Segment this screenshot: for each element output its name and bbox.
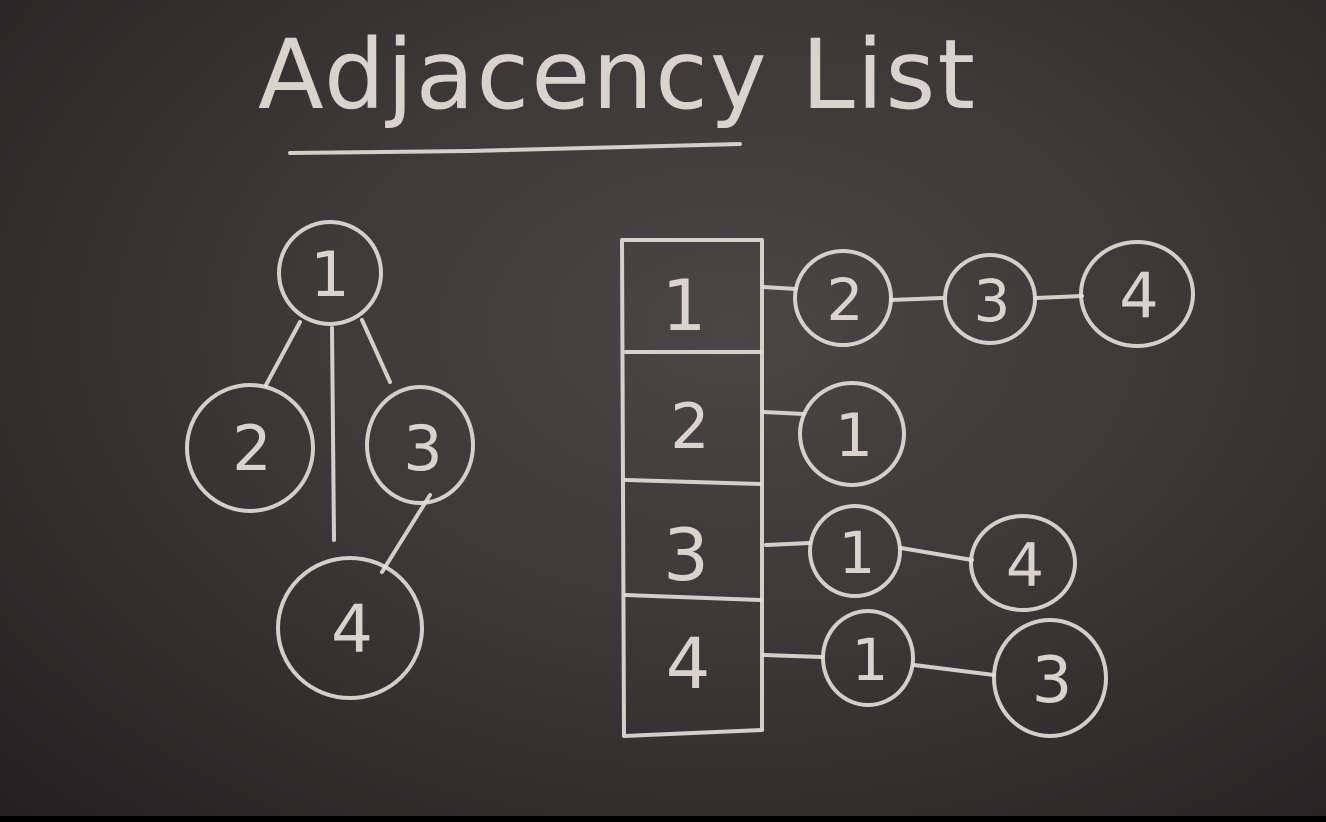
list-row-3: 1 4 xyxy=(764,504,1077,612)
edge-1-2 xyxy=(264,320,302,387)
graph-node-1: 1 xyxy=(277,220,383,326)
node-label: 3 xyxy=(403,412,442,485)
link xyxy=(762,410,806,416)
list-node-label: 1 xyxy=(835,401,873,471)
graph-node-4: 4 xyxy=(276,556,424,700)
edge-1-3 xyxy=(360,318,392,384)
list-node-label: 2 xyxy=(827,266,864,334)
title-underline xyxy=(288,142,742,155)
array-divider xyxy=(624,478,762,486)
chalkboard: Adjacency List 1 2 3 4 1 2 3 4 2 3 4 1 1… xyxy=(0,0,1326,822)
list-node-label: 4 xyxy=(1006,531,1044,601)
list-row-1: 2 3 4 xyxy=(762,240,1195,348)
list-node-label: 3 xyxy=(1032,644,1073,718)
page-title: Adjacency List xyxy=(258,19,977,131)
array-index: 2 xyxy=(670,390,709,463)
array-index: 1 xyxy=(662,265,707,347)
link xyxy=(762,653,824,659)
diagram-canvas: Adjacency List 1 2 3 4 1 2 3 4 2 3 4 1 1… xyxy=(185,19,1195,738)
list-node-label: 1 xyxy=(852,626,889,694)
graph-node-2: 2 xyxy=(185,383,315,513)
node-label: 2 xyxy=(232,412,271,485)
link xyxy=(899,546,974,562)
list-node-label: 3 xyxy=(974,267,1011,335)
link xyxy=(889,296,944,302)
link xyxy=(912,663,996,677)
list-row-4: 1 3 xyxy=(762,609,1108,738)
graph-node-3: 3 xyxy=(365,385,475,505)
array-index: 3 xyxy=(663,513,709,597)
adjacency-array: 1 2 3 4 xyxy=(620,238,764,738)
node-label: 1 xyxy=(310,238,349,311)
edge-3-4 xyxy=(380,493,432,574)
link xyxy=(762,285,798,291)
link xyxy=(1034,294,1084,300)
node-label: 4 xyxy=(331,591,373,668)
edge-1-4 xyxy=(330,326,336,542)
bottom-bar xyxy=(0,816,1326,822)
list-row-2: 1 xyxy=(762,381,906,487)
array-index: 4 xyxy=(666,623,711,705)
list-node-label: 1 xyxy=(839,519,876,587)
link xyxy=(764,541,812,547)
list-node-label: 4 xyxy=(1119,259,1158,332)
